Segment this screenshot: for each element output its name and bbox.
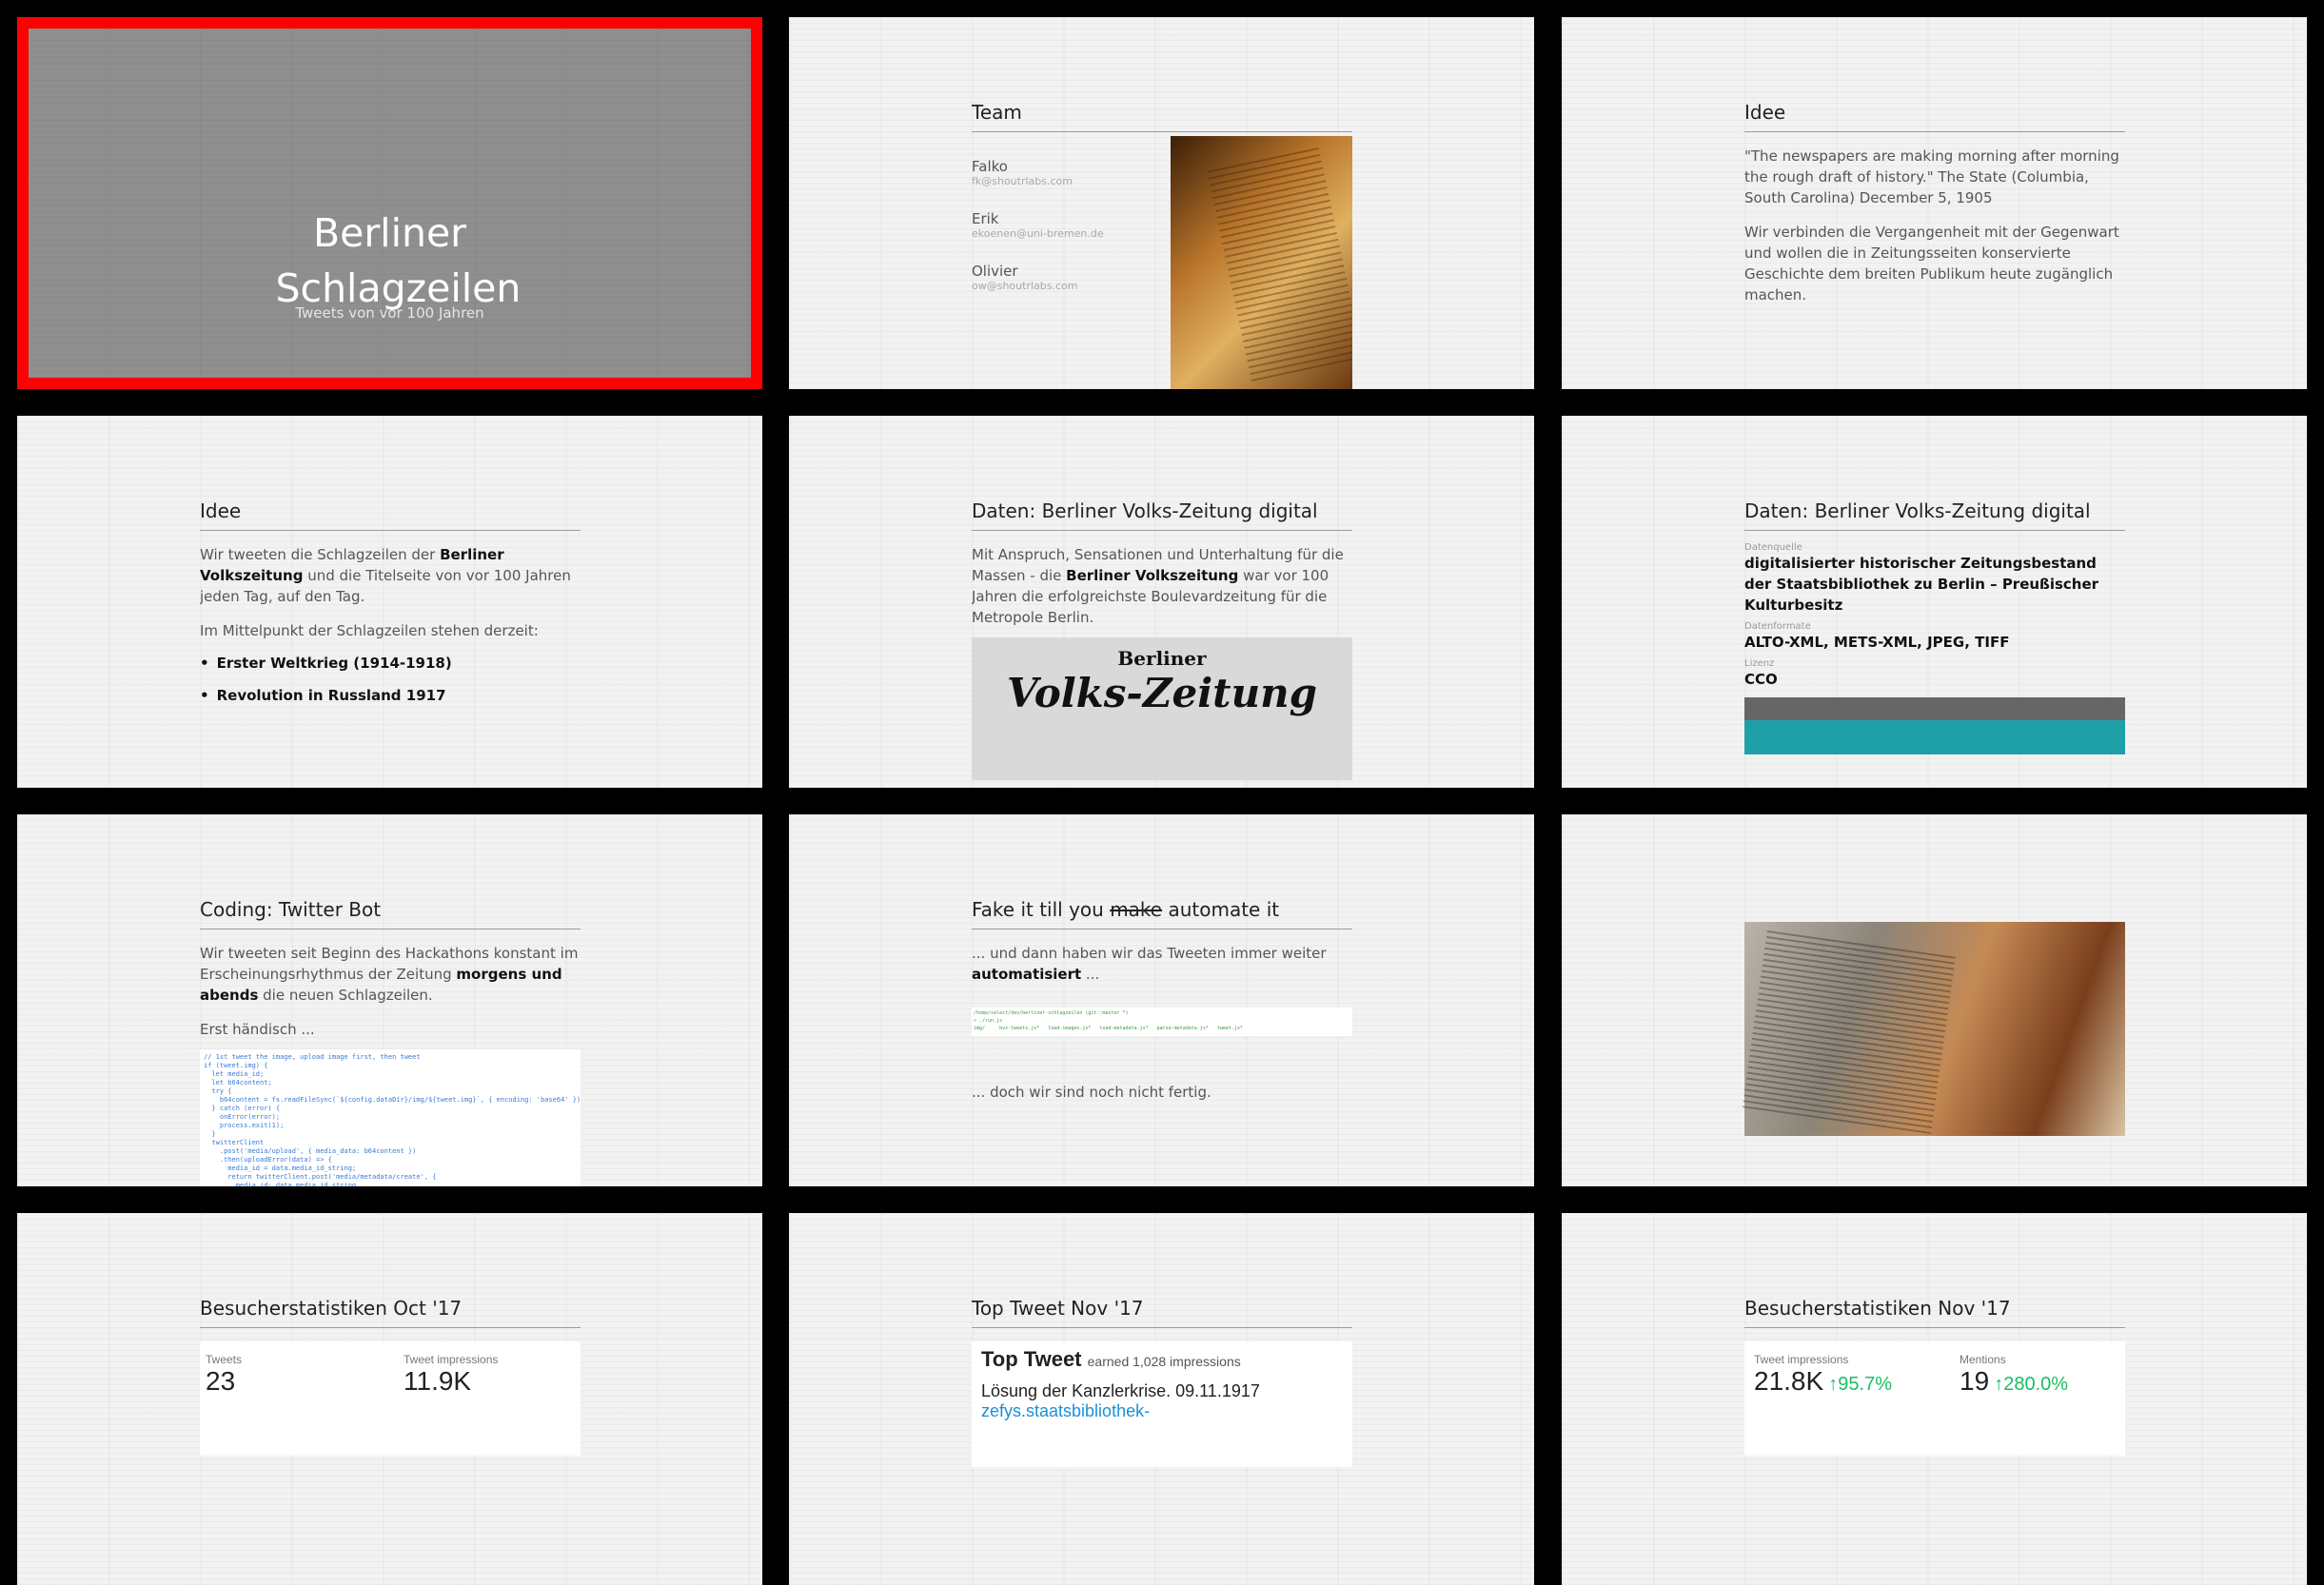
- field-label: Datenquelle: [1744, 542, 1802, 553]
- body-text: Erst händisch ...: [200, 1021, 315, 1038]
- slide-heading: Fake it till you make automate it: [972, 898, 1352, 929]
- slide-heading: Daten: Berliner Volks-Zeitung digital: [1744, 499, 2125, 531]
- field-label: Lizenz: [1744, 658, 1775, 669]
- slide-heading: Idee: [200, 499, 581, 531]
- team-member-name: Erik: [972, 210, 999, 227]
- slide-heading: Coding: Twitter Bot: [200, 898, 581, 929]
- slide-thumbnail-2[interactable]: Team Falko fk@shoutrlabs.com Erik ekoene…: [789, 17, 1534, 389]
- slide-heading: Idee: [1744, 101, 2125, 132]
- body-text: ... doch wir sind noch nicht fertig.: [972, 1084, 1211, 1101]
- stat-tweets: Tweets 23: [206, 1353, 242, 1397]
- bullet-item: Revolution in Russland 1917: [200, 687, 581, 704]
- team-member-email: ow@shoutrlabs.com: [972, 280, 1078, 292]
- slide-thumbnail-3[interactable]: Idee "The newspapers are making morning …: [1562, 17, 2307, 389]
- stat-value: 19: [1960, 1366, 1990, 1396]
- team-list: Falko fk@shoutrlabs.com Erik ekoenen@uni…: [972, 158, 1104, 315]
- reading-newspaper-photo: [1742, 922, 2125, 1136]
- stat-change: 95.7%: [1838, 1374, 1892, 1395]
- slide-thumbnail-6[interactable]: Daten: Berliner Volks-Zeitung digital Da…: [1562, 416, 2307, 788]
- masthead-title: Volks-Zeitung: [1006, 670, 1318, 716]
- field-label: Datenformate: [1744, 621, 1811, 632]
- slide-subtitle: Tweets von vor 100 Jahren: [295, 304, 484, 322]
- stat-mentions: Mentions 19 ↑280.0%: [1960, 1353, 2068, 1397]
- body-text: Mit Anspruch, Sensationen und Unterhaltu…: [972, 546, 1344, 626]
- team-member-email: ekoenen@uni-bremen.de: [972, 227, 1104, 240]
- bullet-list: Erster Weltkrieg (1914-1918) Revolution …: [200, 655, 581, 704]
- team-member-email: fk@shoutrlabs.com: [972, 175, 1073, 187]
- code-snippet: // 1st tweet the image, upload image fir…: [200, 1049, 581, 1186]
- stat-label: Tweet impressions: [404, 1353, 499, 1366]
- team-member-name: Falko: [972, 158, 1008, 175]
- stat-value: 11.9K: [404, 1366, 472, 1396]
- team-member-name: Olivier: [972, 263, 1018, 280]
- field-value: CCO: [1744, 671, 1778, 688]
- slide-heading: Top Tweet Nov '17: [972, 1297, 1352, 1328]
- body-text: Wir tweeten seit Beginn des Hackathons k…: [200, 945, 579, 1004]
- arrow-up-icon: ↑: [1994, 1374, 2004, 1395]
- slide-thumbnail-5[interactable]: Daten: Berliner Volks-Zeitung digital Mi…: [789, 416, 1534, 788]
- stat-value: 23: [206, 1366, 236, 1396]
- stat-value: 21.8K: [1754, 1366, 1824, 1396]
- slide-thumbnail-4[interactable]: Idee Wir tweeten die Schlagzeilen der Be…: [17, 416, 762, 788]
- field-value: digitalisierter historischer Zeitungsbes…: [1744, 555, 2099, 614]
- body-text: Im Mittelpunkt der Schlagzeilen stehen d…: [200, 622, 539, 639]
- bullet-item: Erster Weltkrieg (1914-1918): [200, 655, 581, 672]
- slide-thumbnail-1[interactable]: Berliner Schlagzeilen Tweets von vor 100…: [17, 17, 762, 389]
- quote-text: "The newspapers are making morning after…: [1744, 147, 2119, 206]
- library-banner-image: [1744, 697, 2125, 754]
- stat-impressions: Tweet impressions 11.9K: [404, 1353, 498, 1397]
- stat-label: Tweet impressions: [1754, 1353, 1849, 1366]
- body-text: ... und dann haben wir das Tweeten immer…: [972, 945, 1327, 983]
- tweet-link[interactable]: zefys.staatsbibliothek-: [981, 1401, 1343, 1421]
- stats-panel: Tweet impressions 21.8K ↑95.7% Mentions …: [1744, 1341, 2125, 1456]
- slide-thumbnail-12[interactable]: Besucherstatistiken Nov '17 Tweet impres…: [1562, 1213, 2307, 1585]
- slide-thumbnail-7[interactable]: Coding: Twitter Bot Wir tweeten seit Beg…: [17, 814, 762, 1186]
- newspaper-stack-photo: [1171, 136, 1352, 389]
- newspaper-masthead-image: Berliner Volks-Zeitung: [972, 637, 1352, 780]
- slide-heading: Besucherstatistiken Nov '17: [1744, 1297, 2125, 1328]
- slide-thumbnail-9[interactable]: [1562, 814, 2307, 1186]
- top-tweet-card: Top Tweet earned 1,028 impressions Lösun…: [972, 1341, 1352, 1467]
- field-value: ALTO-XML, METS-XML, JPEG, TIFF: [1744, 634, 2010, 651]
- stat-label: Tweets: [206, 1353, 243, 1366]
- slide-thumbnail-10[interactable]: Besucherstatistiken Oct '17 Tweets 23 Tw…: [17, 1213, 762, 1585]
- slide-title: Berliner Schlagzeilen: [275, 210, 522, 311]
- slide-thumbnail-11[interactable]: Top Tweet Nov '17 Top Tweet earned 1,028…: [789, 1213, 1534, 1585]
- stat-change: 280.0%: [2003, 1374, 2069, 1395]
- top-tweet-title: Top Tweet earned 1,028 impressions: [981, 1347, 1241, 1371]
- slide-heading: Daten: Berliner Volks-Zeitung digital: [972, 499, 1352, 531]
- body-text: Wir tweeten die Schlagzeilen der Berline…: [200, 546, 571, 605]
- tweet-text: Lösung der Kanzlerkrise. 09.11.1917: [981, 1381, 1260, 1400]
- arrow-up-icon: ↑: [1828, 1374, 1839, 1395]
- slide-heading: Team: [972, 101, 1352, 132]
- stats-panel: Tweets 23 Tweet impressions 11.9K: [200, 1341, 581, 1456]
- stat-impressions: Tweet impressions 21.8K ↑95.7%: [1754, 1353, 1892, 1397]
- masthead-small: Berliner: [1117, 647, 1207, 670]
- slide-thumbnail-8[interactable]: Fake it till you make automate it ... un…: [789, 814, 1534, 1186]
- slide-heading: Besucherstatistiken Oct '17: [200, 1297, 581, 1328]
- terminal-snippet: /home/select/dev/berliner-schlagzeilen (…: [972, 1008, 1352, 1036]
- stat-label: Mentions: [1960, 1353, 2006, 1366]
- body-text: Wir verbinden die Vergangenheit mit der …: [1744, 224, 2119, 303]
